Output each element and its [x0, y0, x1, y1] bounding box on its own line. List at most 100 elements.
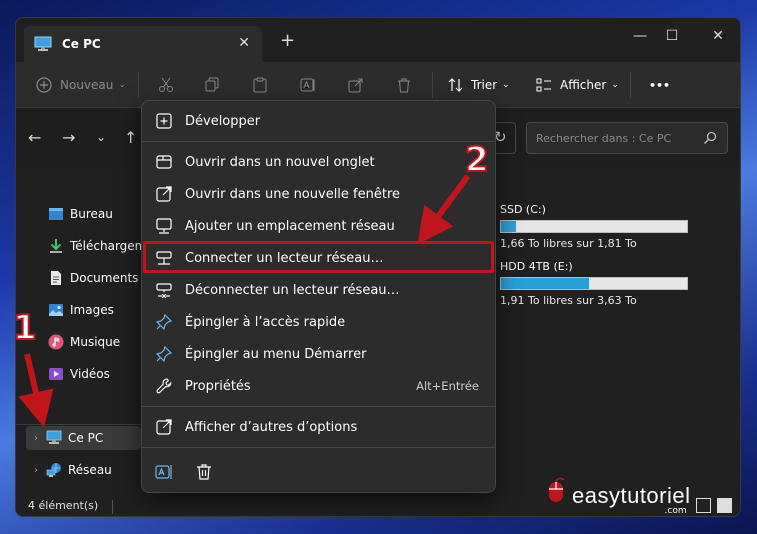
tiles-view-icon[interactable]: [717, 498, 732, 513]
sidebar-item-videos[interactable]: Vidéos: [48, 362, 110, 386]
sidebar-item-label: Documents: [70, 271, 139, 285]
recent-chevron-icon[interactable]: ⌄: [96, 130, 106, 144]
sidebar-item-bureau[interactable]: Bureau: [48, 202, 113, 226]
pin-start-icon: [155, 345, 173, 363]
sidebar-item-musique[interactable]: Musique: [48, 330, 120, 354]
drive-usage-fill: [501, 221, 517, 232]
sidebar-item-label: Images: [70, 303, 114, 317]
toolbar-divider: [432, 72, 433, 98]
menu-item-open-new-tab[interactable]: Ouvrir dans un nouvel onglet: [146, 146, 491, 178]
drive-free-space: 1,66 To libres sur 1,81 To: [500, 237, 637, 250]
sidebar-item-label: Bureau: [70, 207, 113, 221]
menu-item-add-network-location[interactable]: Ajouter un emplacement réseau: [146, 210, 491, 242]
clipboard-icon: [253, 77, 267, 93]
new-window-icon: [156, 186, 172, 202]
view-switcher: [696, 498, 732, 513]
chevron-down-icon: ⌄: [502, 80, 510, 90]
new-tab-button[interactable]: +: [280, 30, 295, 51]
download-icon: [50, 239, 62, 253]
menu-item-label: Développer: [185, 113, 261, 129]
context-menu: Développer Ouvrir dans un nouvel onglet …: [141, 100, 496, 493]
drive-ssd-c[interactable]: SSD (C:) 1,66 To libres sur 1,81 To: [500, 203, 700, 250]
close-window-button[interactable]: ✕: [702, 24, 734, 48]
menu-item-shortcut: Alt+Entrée: [416, 379, 479, 393]
menu-item-label: Propriétés: [185, 378, 251, 394]
menu-item-properties[interactable]: Propriétés Alt+Entrée: [146, 370, 491, 402]
view-button-label: Afficher: [560, 78, 607, 92]
menu-item-more-options[interactable]: Afficher d’autres d’options: [146, 411, 491, 443]
pc-icon: [34, 36, 52, 51]
menu-item-open-new-window[interactable]: Ouvrir dans une nouvelle fenêtre: [146, 178, 491, 210]
watermark-suffix: .com: [664, 506, 687, 516]
sidebar-item-images[interactable]: Images: [48, 298, 114, 322]
search-box[interactable]: Rechercher dans : Ce PC: [526, 122, 728, 154]
toolbar-divider: [630, 72, 631, 98]
tab-ce-pc[interactable]: Ce PC ✕: [24, 26, 262, 62]
menu-divider: [142, 406, 495, 407]
images-icon: [49, 304, 63, 316]
maximize-button[interactable]: ☐: [656, 24, 688, 48]
drive-usage-bar: [500, 220, 688, 233]
menu-item-label: Ouvrir dans un nouvel onglet: [185, 154, 375, 170]
menu-item-disconnect-network-drive[interactable]: Déconnecter un lecteur réseau…: [146, 274, 491, 306]
menu-quick-actions: [142, 453, 495, 491]
more-options-button[interactable]: •••: [649, 62, 670, 108]
videos-icon: [49, 368, 63, 380]
menu-item-label: Afficher d’autres d’options: [185, 419, 358, 435]
annotation-step-1: 1: [12, 307, 38, 349]
search-icon: [703, 131, 717, 145]
menu-divider: [142, 141, 495, 142]
chevron-down-icon: ⌄: [611, 80, 619, 90]
menu-item-label: Ouvrir dans une nouvelle fenêtre: [185, 186, 401, 202]
pin-icon: [155, 313, 173, 331]
desktop-icon: [49, 208, 63, 220]
rename-icon: [300, 78, 315, 92]
sidebar-item-label: Téléchargem: [70, 239, 147, 253]
toolbar-divider: [138, 72, 139, 98]
menu-item-pin-quick-access[interactable]: Épingler à l’accès rapide: [146, 306, 491, 338]
copy-icon: [205, 77, 219, 92]
sidebar-item-telechargements[interactable]: Téléchargem: [48, 234, 146, 258]
chevron-right-icon[interactable]: ›: [26, 433, 46, 444]
chevron-right-icon[interactable]: ›: [26, 465, 46, 476]
new-button[interactable]: Nouveau ⌄: [36, 62, 126, 108]
menu-divider: [142, 447, 495, 448]
sidebar-item-ce-pc[interactable]: › Ce PC: [26, 426, 141, 450]
menu-item-pin-start[interactable]: Épingler au menu Démarrer: [146, 338, 491, 370]
watermark: easytutoriel .com: [546, 477, 690, 516]
menu-item-label: Déconnecter un lecteur réseau…: [185, 282, 400, 298]
trash-icon: [398, 78, 410, 93]
minimize-button[interactable]: —: [624, 24, 656, 48]
expand-icon: [156, 113, 172, 129]
trash-icon[interactable]: [195, 463, 213, 481]
share-icon: [348, 78, 363, 93]
sort-icon: [448, 78, 463, 92]
disconnect-network-drive-icon: [156, 283, 172, 299]
rename-icon[interactable]: [155, 463, 173, 481]
network-location-icon: [156, 218, 172, 234]
drive-usage-bar: [500, 277, 688, 290]
drive-name: SSD (C:): [500, 203, 546, 216]
status-divider: [112, 500, 113, 514]
mouse-logo-icon: [549, 477, 565, 502]
menu-item-label: Épingler à l’accès rapide: [185, 314, 346, 330]
drive-free-space: 1,91 To libres sur 3,63 To: [500, 294, 637, 307]
drive-name: HDD 4TB (E:): [500, 260, 573, 273]
drive-usage-fill: [501, 278, 590, 289]
tab-close-icon[interactable]: ✕: [238, 35, 250, 51]
up-arrow-icon[interactable]: ↑: [124, 128, 137, 147]
menu-item-highlight: [143, 241, 494, 273]
view-button[interactable]: Afficher ⌄: [536, 62, 619, 108]
forward-arrow-icon[interactable]: →: [62, 128, 75, 147]
item-count: 4 élément(s): [28, 499, 99, 512]
properties-icon: [156, 378, 172, 394]
sidebar-item-reseau[interactable]: › Réseau: [26, 458, 141, 482]
menu-item-label: Épingler au menu Démarrer: [185, 346, 367, 362]
drive-hdd-e[interactable]: HDD 4TB (E:) 1,91 To libres sur 3,63 To: [500, 260, 700, 307]
more-options-icon: [156, 419, 172, 435]
back-arrow-icon[interactable]: ←: [28, 128, 41, 147]
menu-item-developper[interactable]: Développer: [146, 105, 491, 137]
details-view-icon[interactable]: [696, 498, 711, 513]
sidebar-item-documents[interactable]: Documents: [48, 266, 138, 290]
menu-item-label: Ajouter un emplacement réseau: [185, 218, 395, 234]
